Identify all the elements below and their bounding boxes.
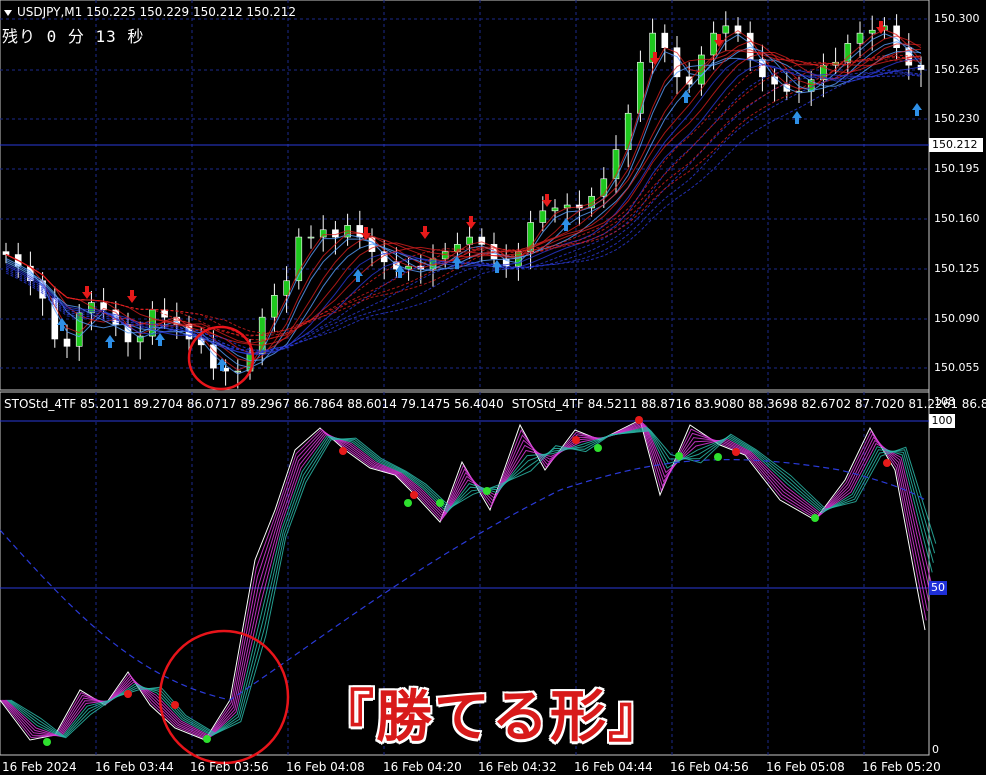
red-down-arrow-icon <box>82 286 92 299</box>
red-down-arrow-icon <box>420 226 430 239</box>
price-tick: 150.195 <box>934 162 980 175</box>
red-down-arrow-icon <box>466 216 476 229</box>
candle-body <box>661 32 669 48</box>
candle-body <box>868 29 876 34</box>
time-axis-label: 16 Feb 04:44 <box>574 760 653 774</box>
highlight-circle <box>158 629 290 765</box>
price-tick: 150.160 <box>934 212 980 225</box>
green-signal-dot <box>483 487 491 495</box>
red-signal-dot <box>124 690 132 698</box>
green-signal-dot <box>436 499 444 507</box>
blue-up-arrow-icon <box>155 333 165 346</box>
blue-up-arrow-icon <box>912 103 922 116</box>
price-tick: 150.265 <box>934 63 980 76</box>
ma-ribbon-line <box>5 71 922 354</box>
candle-body <box>307 236 315 239</box>
price-tick: 150.055 <box>934 361 980 374</box>
blue-up-arrow-icon <box>105 335 115 348</box>
candle-body <box>63 338 71 347</box>
green-signal-dot <box>404 499 412 507</box>
remaining-time-label: 残り 0 分 13 秒 <box>2 27 145 46</box>
stochastic-values-2: STOStd_4TF 84.5211 88.8716 83.9080 88.36… <box>511 397 986 411</box>
green-signal-dot <box>811 514 819 522</box>
price-tick: 150.300 <box>934 12 980 25</box>
ma-ribbon-line <box>5 55 922 334</box>
candle-body <box>759 59 766 78</box>
ma-ribbon-line <box>5 51 922 362</box>
dropdown-arrow-icon[interactable] <box>4 9 12 16</box>
candle-body <box>466 236 473 245</box>
ma-ribbon-line <box>5 58 922 341</box>
ma-ribbon-line <box>5 64 922 356</box>
blue-up-arrow-icon <box>792 111 802 124</box>
ma-ribbon-line <box>5 58 922 356</box>
price-tick: 150.230 <box>934 112 980 125</box>
red-signal-dot <box>339 447 347 455</box>
winning-pattern-banner: 『勝てる形』 <box>317 684 666 752</box>
stoch-level-100: 100 <box>929 414 955 428</box>
candle-body <box>722 25 730 34</box>
candle-body <box>856 32 864 44</box>
time-axis-label: 16 Feb 03:44 <box>95 760 174 774</box>
candle-body <box>319 229 327 238</box>
candle-body <box>271 295 278 318</box>
red-signal-dot <box>883 459 891 467</box>
time-axis-label: 16 Feb 2024 <box>2 760 77 774</box>
current-price-label: 150.212 <box>929 138 983 152</box>
red-signal-dot <box>171 701 179 709</box>
ma-ribbon-line <box>5 52 922 344</box>
red-signal-dot <box>572 436 580 444</box>
red-signal-dot <box>732 448 740 456</box>
price-pane-border <box>0 0 930 391</box>
red-signal-dot <box>635 416 643 424</box>
time-axis-label: 16 Feb 05:08 <box>766 760 845 774</box>
green-signal-dot <box>594 444 602 452</box>
symbol-header[interactable]: USDJPY,M1 150.225 150.229 150.212 150.21… <box>4 5 296 19</box>
time-axis-label: 16 Feb 04:56 <box>670 760 749 774</box>
candle-body <box>234 370 242 373</box>
time-axis-label: 16 Feb 05:20 <box>862 760 941 774</box>
stochastic-header: STOStd_4TF 85.2011 89.2704 86.0717 89.29… <box>4 397 986 411</box>
price-tick: 150.090 <box>934 312 980 325</box>
green-signal-dot <box>43 738 51 746</box>
candle-body <box>539 210 547 223</box>
stoch-scale-top: 108 <box>934 395 955 408</box>
time-axis-label: 16 Feb 04:08 <box>286 760 365 774</box>
candle-body <box>2 251 10 255</box>
time-axis-label: 16 Feb 04:20 <box>383 760 462 774</box>
candle-body <box>710 32 717 56</box>
red-down-arrow-icon <box>542 194 552 207</box>
red-signal-dot <box>410 491 418 499</box>
stochastic-values-1: STOStd_4TF 85.2011 89.2704 86.0717 89.29… <box>4 397 504 411</box>
blue-up-arrow-icon <box>561 218 571 231</box>
time-axis-label: 16 Feb 04:32 <box>478 760 557 774</box>
red-down-arrow-icon <box>127 290 137 303</box>
chart-canvas <box>0 0 937 765</box>
ma-ribbon-line <box>5 69 922 351</box>
candle-body <box>356 225 364 238</box>
ma-ribbon-line <box>5 74 922 352</box>
price-tick: 150.125 <box>934 262 980 275</box>
ma-ribbon-line <box>5 48 922 346</box>
green-signal-dot <box>714 453 722 461</box>
candle-body <box>551 207 559 212</box>
symbol-header-text: USDJPY,M1 150.225 150.229 150.212 150.21… <box>17 5 297 19</box>
green-signal-dot <box>675 452 683 460</box>
ma-ribbon-line <box>5 55 922 336</box>
green-signal-dot <box>203 735 211 743</box>
time-axis-label: 16 Feb 03:56 <box>190 760 269 774</box>
stoch-scale-bottom: 0 <box>932 743 939 756</box>
stoch-level-50: 50 <box>929 581 947 595</box>
ma-ribbon-line <box>5 71 922 354</box>
